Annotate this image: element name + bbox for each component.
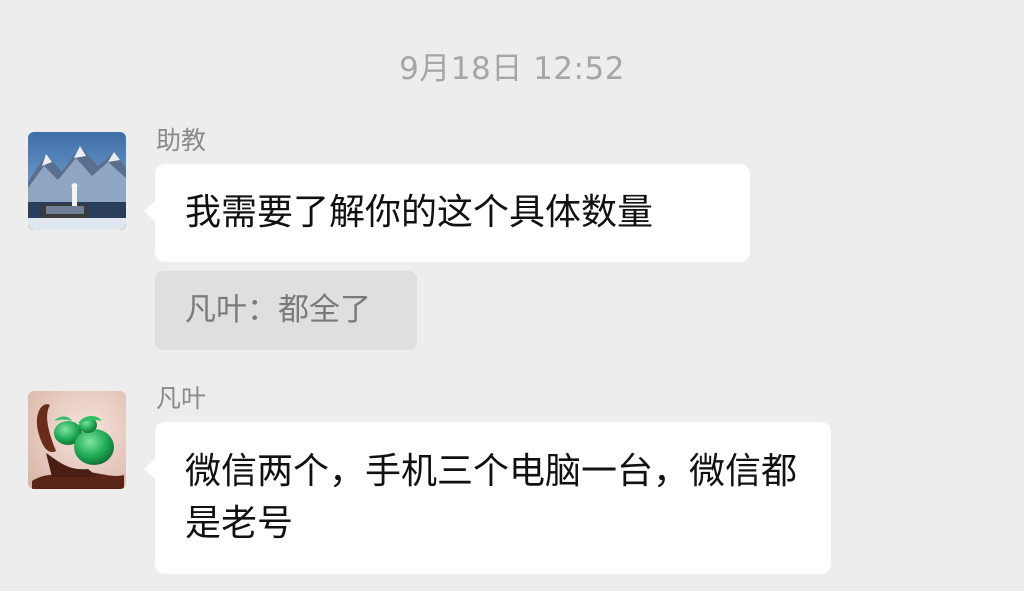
- chat-timestamp: 9月18日 12:52: [399, 51, 625, 87]
- sender-name: 助教: [156, 126, 207, 155]
- avatar-user[interactable]: [28, 391, 126, 489]
- message-bubble[interactable]: 我需要了解你的这个具体数量: [144, 164, 750, 262]
- message-bubble[interactable]: 微信两个，手机三个电脑一台，微信都是老号: [144, 422, 831, 574]
- mountain-landscape-image: [28, 132, 126, 230]
- quoted-reply-text: 凡叶：都全了: [185, 292, 371, 328]
- jade-gourd-image: [28, 391, 126, 489]
- sender-name: 凡叶: [156, 384, 207, 413]
- message-text: 我需要了解你的这个具体数量: [185, 192, 654, 233]
- quoted-reply[interactable]: 凡叶：都全了: [155, 271, 417, 350]
- message-text: 微信两个，手机三个电脑一台，微信都是老号: [185, 451, 798, 544]
- avatar-assistant[interactable]: [28, 132, 126, 230]
